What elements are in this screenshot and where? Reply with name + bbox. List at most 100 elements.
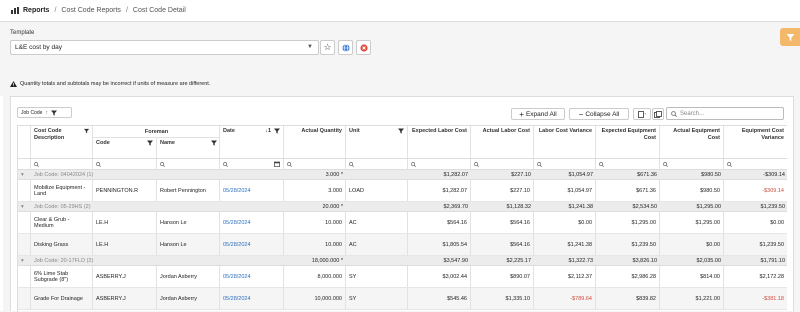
template-select[interactable]: L&E cost by day ▼ (10, 40, 319, 55)
filter-icon[interactable] (398, 128, 404, 134)
breadcrumb-cost-code-reports[interactable]: Cost Code Reports (61, 7, 121, 14)
filter-cell-act-equip[interactable] (660, 159, 724, 169)
column-header-act-equip[interactable]: Actual Equipment Cost (660, 126, 724, 158)
calendar-icon[interactable] (274, 161, 280, 167)
globe-button[interactable] (338, 40, 353, 55)
group-act-labor: $1,128.32 (506, 203, 531, 210)
cell-exp-labor: $1,282.07 (408, 180, 471, 201)
cell-desc: Clear & Grub - Medium (31, 212, 93, 233)
filter-cell-code[interactable] (93, 159, 157, 169)
delete-template-button[interactable] (356, 40, 371, 55)
cell-unit: LOAD (346, 180, 408, 201)
group-chip-job-code[interactable]: Job Code ↑ (17, 107, 72, 118)
sort-desc-icon[interactable]: ↓1 (265, 128, 271, 135)
bar-chart-icon (11, 7, 19, 14)
group-row[interactable]: ▾ Job Code: 05-29HS (2) 20.000 * $2,369.… (18, 202, 787, 212)
column-header-exp-labor[interactable]: Expected Labor Cost (408, 126, 471, 158)
group-qty: 20.000 * (322, 203, 344, 210)
column-header-code[interactable]: Code (93, 138, 157, 159)
filter-cell-unit[interactable] (346, 159, 408, 169)
column-header-date[interactable]: Date ↓1 (220, 126, 284, 158)
search-icon (599, 161, 604, 167)
cell-name: Jordan Asberry (157, 288, 220, 309)
breadcrumb-separator: / (54, 7, 57, 14)
cell-desc: 6% Lime Stab Subgrade (8") (31, 266, 93, 287)
group-exp-labor: $1,282.07 (443, 171, 468, 178)
filter-cell-act-labor[interactable] (471, 159, 534, 169)
grid-search-input[interactable]: Search... (666, 107, 784, 120)
group-act-equip: $1,295.00 (696, 203, 721, 210)
group-row[interactable]: ▾ Job Code: 04042024 (1) 3.000 * $1,282.… (18, 170, 787, 180)
filter-panel-toggle[interactable] (780, 28, 800, 46)
column-chooser-button[interactable] (633, 108, 651, 120)
group-labor-var: $1,054.97 (568, 171, 593, 178)
filter-icon[interactable] (211, 140, 217, 146)
row-indent (18, 288, 31, 309)
column-header-name[interactable]: Name (157, 138, 220, 159)
favorite-button[interactable]: ☆ (320, 40, 335, 55)
cell-date-link[interactable]: 05/28/2024 (220, 288, 284, 309)
filter-cell-name[interactable] (157, 159, 220, 169)
expand-all-button[interactable]: + Expand All (511, 108, 565, 120)
column-header-equip-var[interactable]: Equipment Cost Variance (724, 126, 787, 158)
group-exp-labor: $2,369.70 (443, 203, 468, 210)
cell-exp-labor: $564.16 (408, 212, 471, 233)
column-header-actual-qty[interactable]: Actual Quantity (284, 126, 346, 158)
filter-icon[interactable] (50, 110, 57, 116)
column-header-act-labor[interactable]: Actual Labor Cost (471, 126, 534, 158)
date-header-tools: ↓1 (265, 128, 280, 135)
filter-icon[interactable] (147, 140, 153, 146)
cell-date-link[interactable]: 05/28/2024 (220, 180, 284, 201)
table-row[interactable]: 6% Lime Stab Subgrade (8") ASBERRY.J Jor… (18, 266, 787, 288)
row-indent (18, 234, 31, 255)
filter-cell-labor-var[interactable] (534, 159, 596, 169)
filter-cell-exp-labor[interactable] (408, 159, 471, 169)
sort-asc-icon[interactable]: ↑ (45, 110, 48, 116)
cell-exp-equip: $1,239.50 (596, 234, 660, 255)
cell-date-link[interactable]: 05/28/2024 (220, 234, 284, 255)
filter-icon (786, 33, 794, 41)
table-row[interactable]: Clear & Grub - Medium LE.H Hanson Le 05/… (18, 212, 787, 234)
cell-exp-equip: $671.36 (596, 180, 660, 201)
group-act-labor: $227.10 (511, 171, 531, 178)
column-header-unit[interactable]: Unit (346, 126, 408, 158)
group-label: Job Code: 04042024 (1) (34, 171, 94, 178)
template-label: Template (10, 30, 35, 36)
group-act-equip: $980.50 (701, 171, 721, 178)
cell-date-link[interactable]: 05/28/2024 (220, 212, 284, 233)
breadcrumb-reports[interactable]: Reports (11, 7, 49, 14)
collapse-icon[interactable]: ▾ (18, 256, 31, 265)
filter-cell-desc[interactable] (31, 159, 93, 169)
cell-name: Hanson Le (157, 234, 220, 255)
column-header-cost-code-desc[interactable]: Cost Code Description (31, 126, 93, 158)
group-row[interactable]: ▾ Job Code: 20-17FLD (2) 18,000.000 * $3… (18, 256, 787, 266)
cell-exp-equip: $2,986.28 (596, 266, 660, 287)
table-row[interactable]: Mobilize Equipment - Land PENNINGTON.R R… (18, 180, 787, 202)
collapse-all-button[interactable]: − Collapse All (569, 108, 629, 120)
cell-date-link[interactable]: 05/28/2024 (220, 266, 284, 287)
cell-act-equip: $980.50 (660, 180, 724, 201)
collapse-icon[interactable]: ▾ (18, 170, 31, 179)
cell-act-labor: $890.07 (471, 266, 534, 287)
collapse-icon[interactable]: ▾ (18, 202, 31, 211)
group-act-equip: $2,035.00 (696, 257, 721, 264)
table-row[interactable]: Disking Grass LE.H Hanson Le 05/28/2024 … (18, 234, 787, 256)
filter-icon[interactable] (274, 128, 280, 134)
plus-icon: + (519, 109, 524, 119)
filter-icon[interactable] (83, 128, 89, 134)
filter-cell-date[interactable] (220, 159, 284, 169)
cell-unit: SY (346, 288, 408, 309)
column-header-labor-var[interactable]: Labor Cost Variance (534, 126, 596, 158)
breadcrumb: Reports / Cost Code Reports / Cost Code … (0, 0, 800, 22)
cell-code: ASBERRY.J (93, 266, 157, 287)
column-header-exp-equip[interactable]: Expected Equipment Cost (596, 126, 660, 158)
cell-labor-var: $1,054.97 (534, 180, 596, 201)
filter-cell-qty[interactable] (284, 159, 346, 169)
search-icon (663, 161, 668, 167)
export-button[interactable] (652, 108, 664, 120)
table-row[interactable]: Grade For Drainage ASBERRY.J Jordan Asbe… (18, 288, 787, 310)
export-icon (654, 110, 662, 118)
filter-cell-exp-equip[interactable] (596, 159, 660, 169)
cell-desc: Disking Grass (31, 234, 93, 255)
filter-cell-equip-var[interactable] (724, 159, 787, 169)
